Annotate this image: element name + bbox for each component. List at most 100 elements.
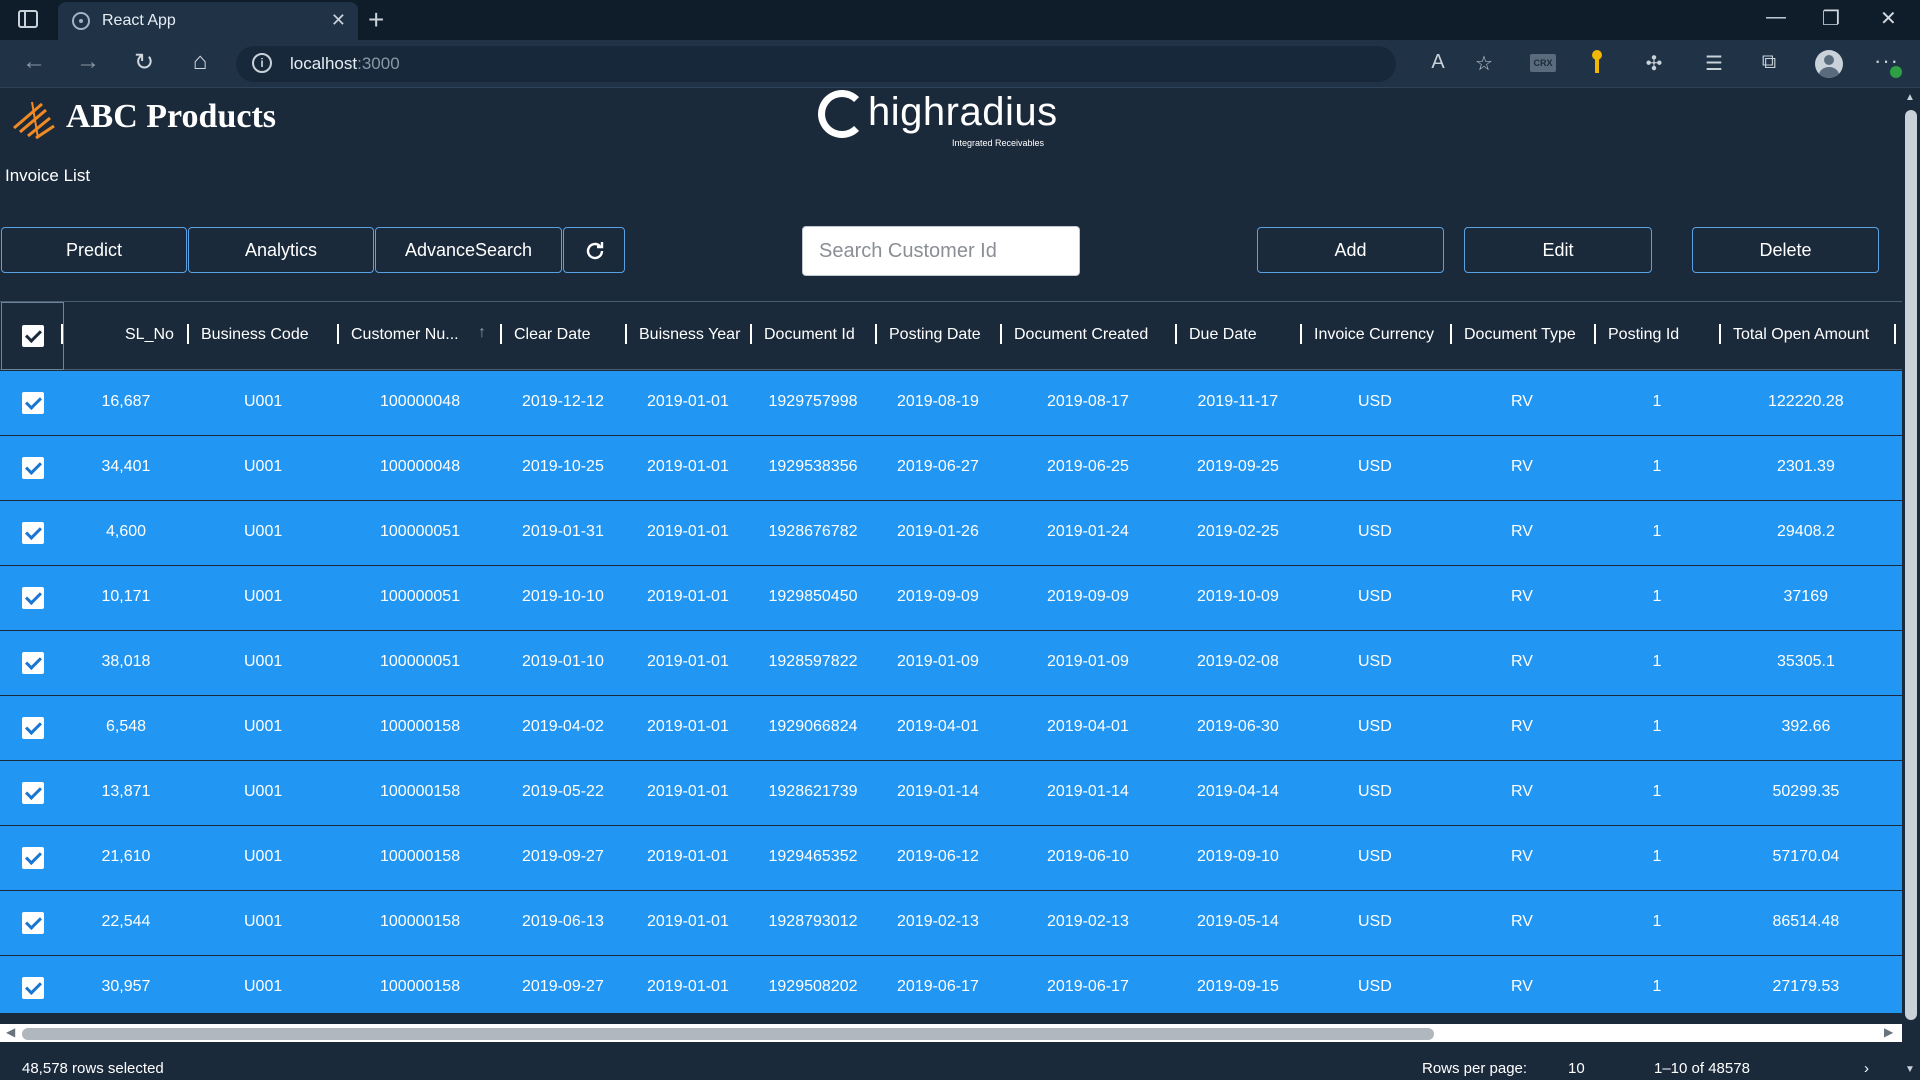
horizontal-scrollbar[interactable]: ◀ ▶ xyxy=(0,1024,1902,1042)
address-bar[interactable]: i localhost:3000 xyxy=(236,46,1396,82)
table-cell: 2019-04-01 xyxy=(1047,718,1129,735)
column-separator[interactable] xyxy=(1175,324,1177,344)
home-icon[interactable]: ⌂ xyxy=(184,48,216,76)
column-header[interactable]: Posting Id xyxy=(1608,326,1679,344)
sort-arrow-icon[interactable]: ↑ xyxy=(478,324,486,342)
site-info-icon[interactable]: i xyxy=(252,53,272,73)
table-cell: 2019-01-01 xyxy=(647,458,729,475)
column-header[interactable]: SL_No xyxy=(125,326,174,344)
key-extension-icon[interactable] xyxy=(1591,50,1603,76)
advance-search-button[interactable]: AdvanceSearch xyxy=(375,227,562,273)
table-cell: 2019-06-27 xyxy=(897,458,979,475)
analytics-button[interactable]: Analytics xyxy=(188,227,374,273)
table-cell: 86514.48 xyxy=(1772,913,1840,930)
row-checkbox[interactable] xyxy=(22,522,44,544)
rows-per-page-select[interactable]: 10 xyxy=(1568,1060,1585,1077)
column-separator[interactable] xyxy=(1300,324,1302,344)
table-cell: 2019-09-27 xyxy=(522,848,604,865)
crx-extension-icon[interactable]: CRX xyxy=(1530,54,1556,72)
delete-button[interactable]: Delete xyxy=(1692,227,1879,273)
table-cell: 4,600 xyxy=(106,523,147,540)
scroll-down-icon[interactable]: ▼ xyxy=(1905,1064,1915,1075)
table-cell: 2019-11-17 xyxy=(1197,393,1279,410)
minimize-icon[interactable]: — xyxy=(1766,6,1786,29)
row-checkbox[interactable] xyxy=(22,912,44,934)
table-cell: 2019-01-14 xyxy=(897,783,979,800)
column-separator[interactable] xyxy=(1719,324,1721,344)
row-checkbox[interactable] xyxy=(22,587,44,609)
row-checkbox[interactable] xyxy=(22,457,44,479)
table-cell: RV xyxy=(1511,718,1533,735)
column-separator[interactable] xyxy=(187,324,189,344)
select-all-checkbox[interactable] xyxy=(22,325,44,347)
table-row[interactable]: 38,018 U001 100000051 2019-01-10 2019-01-01 1… xyxy=(0,631,1902,696)
column-header[interactable]: Posting Date xyxy=(889,326,981,344)
customer-search[interactable] xyxy=(802,226,1080,276)
read-aloud-icon[interactable]: A xyxy=(1424,51,1452,74)
profile-avatar[interactable] xyxy=(1815,50,1843,78)
add-favorite-icon[interactable]: ☆ xyxy=(1470,51,1498,76)
column-header[interactable]: Due Date xyxy=(1189,326,1257,344)
row-checkbox[interactable] xyxy=(22,652,44,674)
table-row[interactable]: 6,548 U001 100000158 2019-04-02 2019-01-01 19… xyxy=(0,696,1902,761)
column-separator[interactable] xyxy=(337,324,339,344)
column-separator[interactable] xyxy=(1594,324,1596,344)
column-separator[interactable] xyxy=(1894,324,1896,344)
column-separator[interactable] xyxy=(61,324,63,344)
column-separator[interactable] xyxy=(750,324,752,344)
forward-icon[interactable]: → xyxy=(72,48,104,76)
scroll-left-icon[interactable]: ◀ xyxy=(6,1025,15,1039)
column-separator[interactable] xyxy=(1450,324,1452,344)
collections-icon[interactable]: ⧉ xyxy=(1755,51,1783,74)
column-header[interactable]: Document Created xyxy=(1014,326,1148,344)
table-row[interactable]: 4,600 U001 100000051 2019-01-31 2019-01-01 19… xyxy=(0,501,1902,566)
row-checkbox[interactable] xyxy=(22,847,44,869)
scroll-up-icon[interactable]: ▲ xyxy=(1905,92,1915,103)
table-row[interactable]: 22,544 U001 100000158 2019-06-13 2019-01-01 1… xyxy=(0,891,1902,956)
column-separator[interactable] xyxy=(875,324,877,344)
vertical-scroll-thumb[interactable] xyxy=(1905,110,1917,1020)
add-button[interactable]: Add xyxy=(1257,227,1444,273)
table-row[interactable]: 21,610 U001 100000158 2019-09-27 2019-01-01 1… xyxy=(0,826,1902,891)
refresh-button[interactable] xyxy=(563,227,625,273)
page-title: Invoice List xyxy=(5,166,91,185)
close-window-icon[interactable]: ✕ xyxy=(1880,6,1897,31)
column-header[interactable]: Buisness Year xyxy=(639,326,740,344)
next-page-icon[interactable]: › xyxy=(1864,1060,1869,1077)
column-header[interactable]: Document Id xyxy=(764,326,855,344)
close-tab-icon[interactable]: ✕ xyxy=(331,10,346,31)
browser-tab[interactable]: React App ✕ xyxy=(58,2,358,40)
row-checkbox[interactable] xyxy=(22,782,44,804)
table-row[interactable]: 30,957 U001 100000158 2019-09-27 2019-01-01 1… xyxy=(0,956,1902,1013)
row-checkbox[interactable] xyxy=(22,977,44,999)
table-row[interactable]: 10,171 U001 100000051 2019-10-10 2019-01-01 1… xyxy=(0,566,1902,631)
table-cell: 1 xyxy=(1652,718,1662,735)
column-header[interactable]: Customer Nu... xyxy=(351,326,459,344)
predict-button[interactable]: Predict xyxy=(1,227,187,273)
restore-icon[interactable]: ❐ xyxy=(1822,6,1840,31)
column-header[interactable]: Invoice Currency xyxy=(1314,326,1434,344)
back-icon[interactable]: ← xyxy=(18,48,50,76)
table-row[interactable]: 34,401 U001 100000048 2019-10-25 2019-01-01 1… xyxy=(0,436,1902,501)
column-separator[interactable] xyxy=(500,324,502,344)
tab-actions-icon[interactable] xyxy=(18,10,38,28)
new-tab-button[interactable]: + xyxy=(368,4,384,36)
scroll-right-icon[interactable]: ▶ xyxy=(1884,1025,1893,1039)
favorites-icon[interactable]: ☰ xyxy=(1700,51,1728,76)
table-row[interactable]: 16,687 U001 100000048 2019-12-12 2019-01-01 1… xyxy=(0,371,1902,436)
row-checkbox[interactable] xyxy=(22,717,44,739)
extensions-icon[interactable]: ✣ xyxy=(1640,51,1668,76)
column-header[interactable]: Total Open Amount xyxy=(1733,326,1869,344)
edit-button[interactable]: Edit xyxy=(1464,227,1652,273)
reload-icon[interactable]: ↻ xyxy=(128,48,160,77)
column-header[interactable]: Clear Date xyxy=(514,326,590,344)
search-input[interactable] xyxy=(803,227,1079,275)
table-row[interactable]: 13,871 U001 100000158 2019-05-22 2019-01-01 1… xyxy=(0,761,1902,826)
column-header[interactable]: Business Code xyxy=(201,326,309,344)
row-checkbox[interactable] xyxy=(22,392,44,414)
horizontal-scroll-thumb[interactable] xyxy=(22,1028,1434,1040)
column-separator[interactable] xyxy=(1000,324,1002,344)
vertical-scrollbar[interactable]: ▲ ▼ xyxy=(1902,88,1920,1080)
column-header[interactable]: Document Type xyxy=(1464,326,1576,344)
column-separator[interactable] xyxy=(625,324,627,344)
